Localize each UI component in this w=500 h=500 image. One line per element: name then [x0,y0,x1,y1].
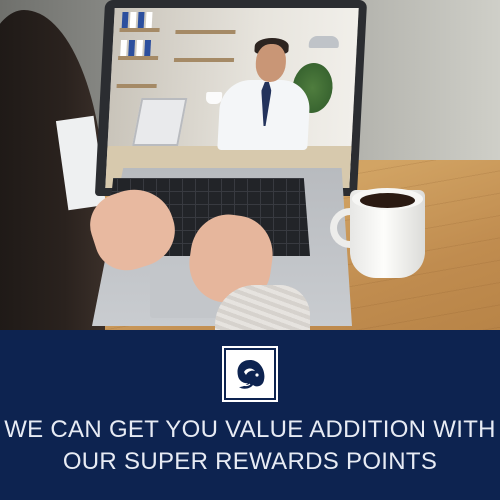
book [137,12,145,28]
book [128,40,136,56]
bookshelf [117,56,159,60]
elephant-icon [237,360,265,389]
elephant-logo-icon [222,346,278,402]
bookshelf [119,28,160,32]
bookshelf [173,58,235,62]
coffee [360,193,415,208]
laptop-on-screen [132,98,188,146]
promo-headline: WE CAN GET YOU VALUE ADDITION WITH OUR S… [0,414,500,478]
headline-line-1: WE CAN GET YOU VALUE ADDITION WITH [4,416,496,443]
book [145,12,153,28]
bookshelf [116,84,157,88]
promo-card: WE CAN GET YOU VALUE ADDITION WITH OUR S… [0,0,500,500]
hero-photo [0,0,500,330]
book [136,40,144,56]
book [121,12,129,28]
book [129,12,137,28]
bookshelf [175,30,236,34]
desk-lamp [308,36,340,48]
book [144,40,152,56]
tea-cup [205,92,223,104]
laptop-screen [105,8,359,188]
book [120,40,128,56]
headline-line-2: OUR SUPER REWARDS POINTS [62,448,438,475]
